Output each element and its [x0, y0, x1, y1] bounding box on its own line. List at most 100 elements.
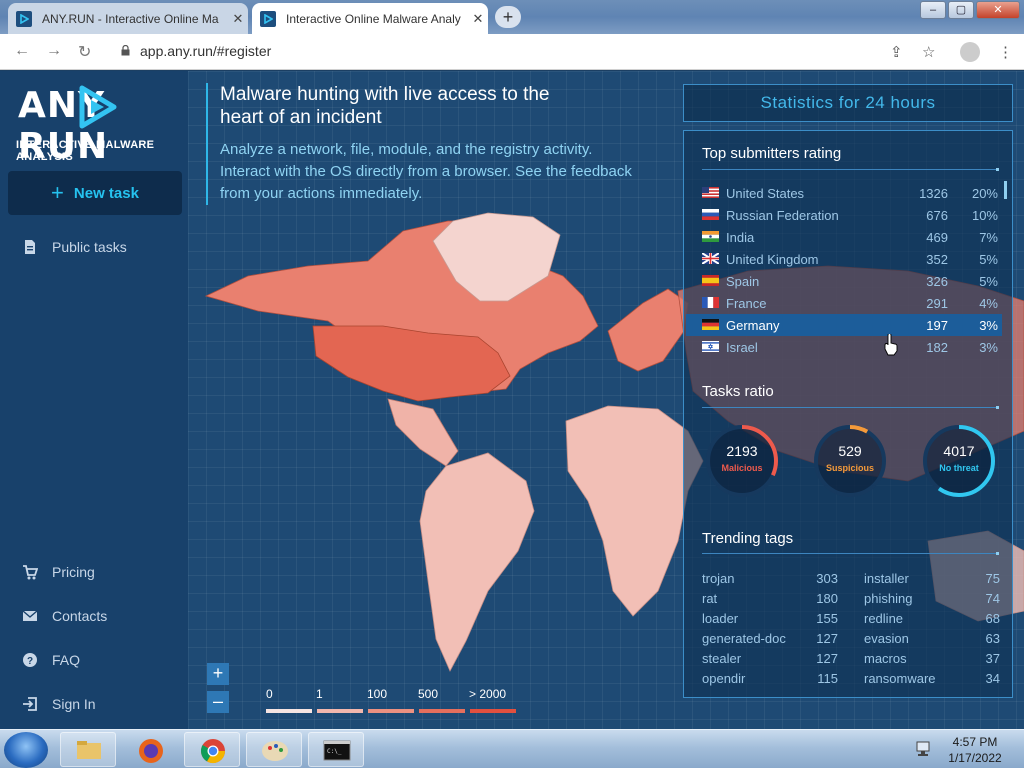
flag-india-icon — [702, 231, 719, 242]
legend-label: > 2000 — [469, 687, 507, 701]
tag-name[interactable]: stealer — [702, 651, 741, 666]
section-divider — [702, 552, 999, 555]
svg-text:C:\_: C:\_ — [327, 748, 342, 755]
forward-arrow-icon[interactable]: → — [46, 42, 62, 60]
malicious-label: Malicious — [721, 463, 763, 473]
tag-name[interactable]: installer — [864, 571, 909, 586]
cmd-taskbar-icon[interactable]: C:\_ — [308, 732, 364, 767]
minimize-button[interactable]: – — [920, 1, 946, 19]
paint-taskbar-icon[interactable] — [246, 732, 302, 767]
star-icon[interactable]: ☆ — [922, 43, 935, 61]
sidebar-item-contacts[interactable]: Contacts — [22, 608, 107, 624]
submitter-row[interactable]: France 291 4% — [686, 292, 1002, 314]
flag-spain-icon — [702, 275, 719, 286]
tasks-ratio-title: Tasks ratio — [702, 383, 774, 400]
windows-taskbar: C:\_ 4:57 PM 1/17/2022 — [0, 729, 1024, 768]
legend-label: 1 — [316, 687, 323, 701]
tag-name[interactable]: generated-doc — [702, 631, 786, 646]
new-task-button[interactable]: + New task — [8, 171, 182, 215]
tag-name[interactable]: trojan — [702, 571, 735, 586]
tag-count: 115 — [817, 671, 838, 686]
tab-title: ANY.RUN - Interactive Online Ma — [42, 11, 219, 26]
maximize-button[interactable]: ▢ — [948, 1, 974, 19]
legend-label: 100 — [367, 687, 388, 701]
explorer-taskbar-icon[interactable] — [60, 732, 116, 767]
submitter-row[interactable]: India 469 7% — [686, 226, 1002, 248]
tray-network-icon[interactable] — [914, 740, 932, 758]
zoom-in-button[interactable]: + — [207, 663, 229, 685]
mail-icon — [22, 610, 38, 621]
share-icon[interactable]: ⇪ — [890, 43, 903, 61]
no-threat-ring[interactable]: 4017 No threat — [919, 421, 999, 501]
tag-name[interactable]: loader — [702, 611, 738, 626]
address-bar: ← → ↻ app.any.run/#register ⇪ ☆ ⋮ — [0, 34, 1024, 70]
profile-avatar[interactable] — [960, 42, 980, 62]
logo-subtitle: INTERACTIVE MALWARE ANALYSIS — [16, 139, 155, 163]
browser-tab-active[interactable]: Interactive Online Malware Analy ✕ — [252, 3, 488, 34]
anyrun-favicon-icon — [16, 10, 32, 27]
hero-subtext: Analyze a network, file, module, and the… — [220, 141, 632, 202]
hand-cursor-icon — [884, 334, 898, 356]
tag-name[interactable]: evasion — [864, 631, 909, 646]
legend-swatch — [266, 709, 312, 713]
submitter-row[interactable]: United States 1326 20% — [686, 182, 1002, 204]
flag-israel-icon — [702, 341, 719, 352]
region-europe[interactable] — [607, 288, 689, 372]
tag-count: 155 — [816, 611, 838, 626]
region-central-america[interactable] — [387, 398, 459, 467]
new-tab-button[interactable]: + — [495, 6, 521, 28]
plus-icon: + — [51, 180, 64, 205]
close-window-button[interactable]: ✕ — [976, 1, 1020, 19]
tag-name[interactable]: phishing — [864, 591, 912, 606]
back-arrow-icon[interactable]: ← — [14, 42, 30, 60]
tag-name[interactable]: macros — [864, 651, 907, 666]
menu-kebab-icon[interactable]: ⋮ — [998, 43, 1013, 61]
tag-count: 127 — [816, 631, 838, 646]
no-threat-ring-chart — [923, 425, 995, 497]
stats-title: Statistics for 24 hours — [683, 84, 1013, 122]
tag-count: 34 — [985, 671, 1000, 686]
start-button[interactable] — [4, 732, 48, 768]
flag-france-icon — [702, 297, 719, 308]
submitter-row[interactable]: Spain 326 5% — [686, 270, 1002, 292]
tab-close-icon[interactable]: ✕ — [468, 11, 488, 27]
zoom-out-button[interactable]: – — [207, 691, 229, 713]
no-threat-label: No threat — [939, 463, 979, 473]
help-icon: ? — [23, 653, 37, 667]
tag-count: 75 — [985, 571, 1000, 586]
flag-germany-icon — [702, 319, 719, 330]
sidebar-item-faq[interactable]: ? FAQ — [22, 652, 80, 668]
submitter-row-highlighted[interactable]: Germany 197 3% — [686, 314, 1002, 336]
tab-close-icon[interactable]: ✕ — [228, 11, 248, 27]
tag-name[interactable]: ransomware — [864, 671, 936, 686]
sidebar-item-public-tasks[interactable]: Public tasks — [22, 239, 127, 255]
cart-icon — [23, 565, 38, 580]
malicious-ring[interactable]: 2193 Malicious — [702, 421, 782, 501]
region-south-america[interactable] — [419, 452, 535, 672]
sidebar-item-pricing[interactable]: Pricing — [22, 564, 95, 580]
tag-name[interactable]: opendir — [702, 671, 745, 686]
suspicious-ring[interactable]: 529 Suspicious — [810, 421, 890, 501]
url-field[interactable]: app.any.run/#register — [120, 43, 271, 59]
legend-swatch — [368, 709, 414, 713]
chrome-taskbar-icon[interactable] — [184, 732, 240, 767]
reload-icon[interactable]: ↻ — [78, 42, 91, 62]
sidebar-item-sign-in[interactable]: Sign In — [22, 696, 96, 712]
tag-name[interactable]: redline — [864, 611, 903, 626]
browser-tab-anyrun[interactable]: ANY.RUN - Interactive Online Ma ✕ — [8, 3, 248, 34]
legend-swatch — [470, 709, 516, 713]
trending-tags-title: Trending tags — [702, 530, 794, 547]
tag-name[interactable]: rat — [702, 591, 717, 606]
submitter-row[interactable]: Russian Federation 676 10% — [686, 204, 1002, 226]
anyrun-favicon-icon — [260, 10, 276, 27]
malicious-ring-chart — [706, 425, 778, 497]
submitter-row[interactable]: United Kingdom 352 5% — [686, 248, 1002, 270]
firefox-taskbar-icon[interactable] — [122, 732, 178, 767]
window-controls: – ▢ ✕ — [918, 1, 1020, 19]
tag-count: 74 — [985, 591, 1000, 606]
system-clock[interactable]: 4:57 PM 1/17/2022 — [945, 734, 1005, 766]
submitter-row[interactable]: Israel 182 3% — [686, 336, 1002, 358]
legend-swatch — [419, 709, 465, 713]
submitters-scrollbar[interactable] — [1004, 181, 1007, 199]
sign-in-icon — [23, 697, 37, 711]
